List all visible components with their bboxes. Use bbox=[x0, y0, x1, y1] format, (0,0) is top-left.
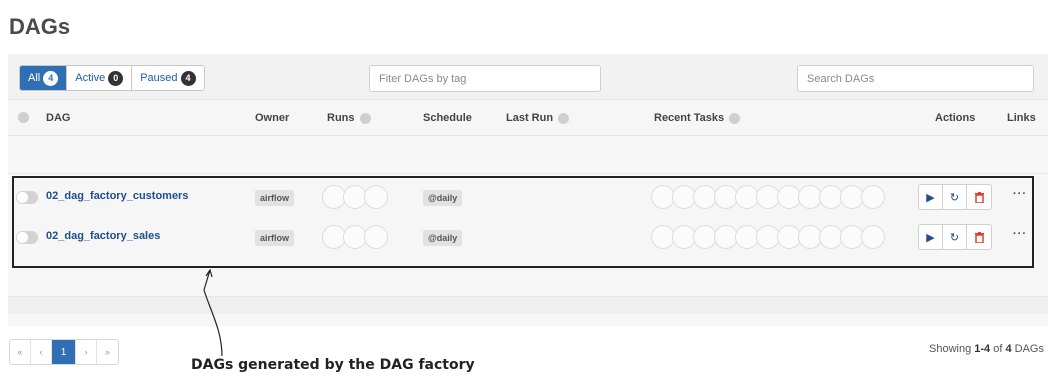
page-title: DAGs bbox=[9, 14, 71, 39]
header-links: Links bbox=[1007, 112, 1036, 124]
summary-middle: of bbox=[990, 343, 1006, 355]
header-last-run: Last Run bbox=[506, 112, 570, 124]
header-runs: Runs bbox=[327, 112, 371, 124]
status-tab-all[interactable]: All 4 bbox=[20, 66, 68, 90]
summary-prefix: Showing bbox=[929, 343, 975, 355]
highlight-box bbox=[12, 176, 1034, 268]
table-footer-row bbox=[8, 296, 1048, 314]
status-tab-paused[interactable]: Paused 4 bbox=[132, 66, 203, 90]
status-tab-label: Active bbox=[75, 72, 106, 84]
last-page-button[interactable]: » bbox=[97, 340, 118, 364]
status-tab-label: Paused bbox=[140, 72, 178, 84]
header-recent-tasks: Recent Tasks bbox=[654, 112, 741, 124]
header-dag[interactable]: DAG bbox=[46, 112, 70, 124]
next-page-button[interactable]: › bbox=[76, 340, 97, 364]
header-info bbox=[18, 112, 29, 123]
results-summary: Showing 1-4 of 4 DAGs bbox=[929, 343, 1044, 355]
dag-search-input[interactable] bbox=[797, 65, 1034, 92]
count-badge: 4 bbox=[180, 70, 196, 86]
header-recent-tasks-label: Recent Tasks bbox=[654, 112, 725, 124]
annotation-caption: DAGs generated by the DAG factory bbox=[191, 357, 475, 373]
pagination: « ‹ 1 › » bbox=[9, 339, 119, 365]
filter-bar: All 4 Active 0 Paused 4 bbox=[8, 54, 1048, 100]
info-icon bbox=[558, 112, 570, 124]
prev-page-button[interactable]: ‹ bbox=[31, 340, 52, 364]
table-header: DAG Owner Runs Schedule Last Run Recent … bbox=[8, 100, 1048, 136]
info-icon bbox=[729, 112, 741, 124]
table-spacer-row bbox=[8, 136, 1048, 174]
first-page-button[interactable]: « bbox=[10, 340, 31, 364]
status-tab-label: All bbox=[28, 72, 41, 84]
header-last-run-label: Last Run bbox=[506, 112, 554, 124]
count-badge: 0 bbox=[108, 70, 124, 86]
header-runs-label: Runs bbox=[327, 112, 355, 124]
info-icon bbox=[18, 112, 29, 123]
info-icon bbox=[359, 112, 371, 124]
summary-suffix: DAGs bbox=[1011, 343, 1044, 355]
page-1-button[interactable]: 1 bbox=[52, 340, 76, 364]
header-actions: Actions bbox=[935, 112, 976, 124]
tag-filter-input[interactable] bbox=[369, 65, 601, 92]
status-tab-active[interactable]: Active 0 bbox=[67, 66, 133, 90]
summary-range: 1-4 bbox=[974, 343, 991, 355]
count-badge: 4 bbox=[43, 70, 59, 86]
header-owner[interactable]: Owner bbox=[255, 112, 289, 124]
header-schedule[interactable]: Schedule bbox=[423, 112, 472, 124]
status-filter-group: All 4 Active 0 Paused 4 bbox=[19, 65, 205, 91]
